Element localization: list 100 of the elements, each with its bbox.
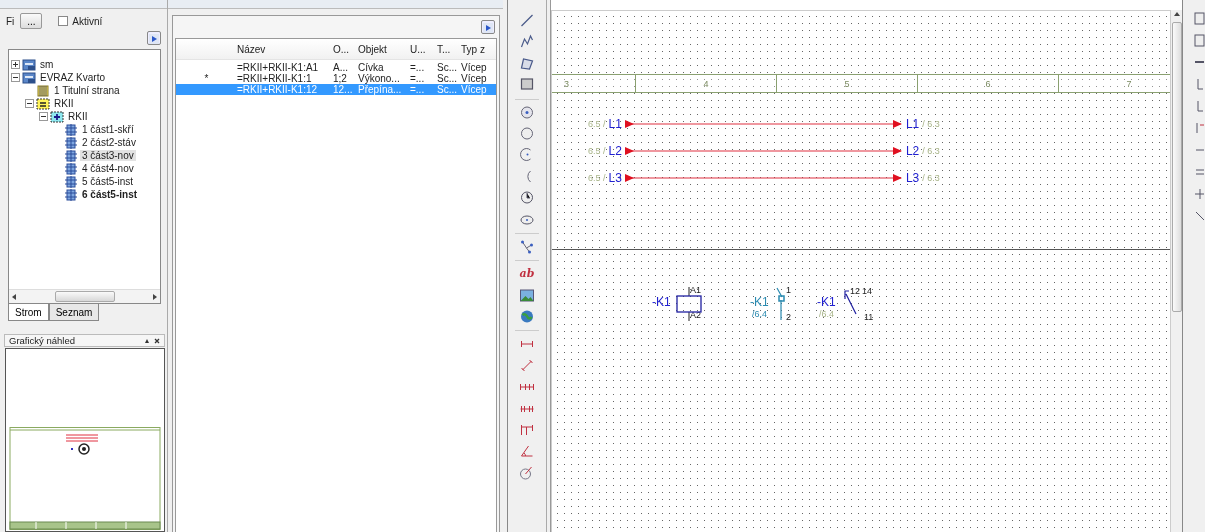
connection-arrow[interactable] [624, 119, 903, 129]
column-header[interactable]: Objekt [355, 43, 407, 55]
play-button[interactable] [481, 20, 495, 34]
circle-icon[interactable] [518, 124, 536, 142]
cross-reference: 6.5 / [588, 173, 606, 183]
scroll-up-icon [1172, 10, 1181, 18]
tree-item[interactable]: 1 Titulní strana [52, 85, 122, 96]
table-cell-text: Sc... [436, 84, 458, 95]
expand-icon[interactable] [11, 60, 20, 69]
column-header[interactable]: O... [330, 43, 355, 55]
tree-item[interactable]: 3 část3-nov [80, 150, 136, 161]
panel-tab[interactable]: Seznam [48, 304, 100, 321]
panel-tab[interactable]: Strom [8, 304, 49, 321]
table-cell-text: Vícep [460, 73, 488, 84]
tool-icon[interactable] [1194, 188, 1205, 201]
close-icon[interactable] [154, 337, 160, 344]
filter-button[interactable]: ... [20, 13, 43, 29]
table-row[interactable]: * =RKII+RKII-K1:1 1;2 Výkono... =... Sc... Vícep [176, 73, 496, 84]
signal-label: L1 [905, 117, 920, 131]
table-cell-text: Sc... [436, 73, 458, 84]
tree-item[interactable]: EVRAZ Kvarto [38, 72, 108, 83]
tree-item[interactable]: 1 část1-skří [80, 124, 136, 135]
sheet-icon [64, 135, 78, 150]
table-cell-text: Přepína... [357, 84, 403, 95]
cross-reference: 6.5 / [588, 119, 606, 129]
tree-item[interactable]: sm [38, 59, 56, 70]
tree-item[interactable]: 5 část5-inst [80, 176, 136, 187]
pin-number: A2 [690, 310, 701, 320]
vertical-scrollbar[interactable] [1170, 10, 1182, 532]
tree-item[interactable]: RKII [66, 111, 90, 122]
line-icon[interactable] [518, 12, 536, 29]
pin-number: 2 [786, 312, 791, 322]
column-number: 4 [636, 75, 777, 92]
cross-reference: 6.5 / [588, 146, 606, 156]
cross-reference: /6.4 [819, 309, 834, 319]
signal-label: L2 [608, 144, 622, 158]
row-marker: * [203, 73, 210, 84]
connection-arrow[interactable] [624, 173, 903, 183]
tree-item[interactable]: 4 část4-nov [80, 163, 136, 174]
tree-item[interactable]: 2 část2-stáv [80, 137, 138, 148]
table-cell-text: =RKII+RKII-K1:A1 [236, 62, 320, 73]
horizontal-scrollbar[interactable] [9, 289, 160, 303]
pin-number: 1 [786, 285, 791, 295]
table-cell-text: A... [332, 62, 349, 73]
sheet-icon [64, 187, 78, 202]
cross-reference: /6.4 [752, 309, 767, 319]
image-icon[interactable] [518, 286, 536, 304]
table-cell-text: 12... [332, 84, 354, 95]
column-header[interactable]: T... [434, 43, 458, 55]
filter-label: Fi [6, 15, 15, 27]
collapse-icon[interactable] [39, 112, 48, 121]
cross-reference: / 6.3 [922, 173, 940, 183]
table-row[interactable]: =RKII+RKII-K1:A1 A... Cívka =... Sc... Vícep [176, 62, 496, 73]
tool-icon[interactable] [1194, 34, 1205, 47]
column-number: 6 [918, 75, 1059, 92]
cross-reference: / 6.3 [922, 119, 940, 129]
project-icon [22, 70, 36, 85]
table-cell-text: Cívka [357, 62, 385, 73]
checkbox-label: Aktivní [72, 15, 103, 27]
sheet-icon [64, 174, 78, 189]
column-header[interactable]: Název [234, 43, 330, 55]
location-icon [50, 109, 64, 124]
scroll-left-icon [11, 292, 17, 301]
circle-icon[interactable] [518, 103, 536, 121]
text-tool-button[interactable]: ab [518, 265, 536, 283]
play-button[interactable] [147, 31, 161, 45]
signal-label: L3 [608, 171, 622, 185]
collapse-icon[interactable] [25, 99, 34, 108]
table-cell-text: =RKII+RKII-K1:1 [236, 73, 313, 84]
tree-item[interactable]: RKII [52, 98, 76, 109]
table-cell-text: Sc... [436, 62, 458, 73]
play-icon [149, 34, 159, 44]
signal-label: L3 [905, 171, 920, 185]
schematic-canvas[interactable]: 3 4 5 6 7 6.5 / L1 L1 / 6.3 6.5 / L2 L2 / 6.3 6.5 / L3 L3 / 6.3 -K1 A1 A2 -K1 /6.4 1 2 -K1 /6.4 12 14 11 [551, 10, 1170, 532]
pin-number: 14 [862, 286, 872, 296]
clock-icon[interactable] [518, 189, 536, 207]
function-icon [36, 96, 50, 111]
cross-reference: / 6.3 [922, 146, 940, 156]
connection-arrow[interactable] [624, 146, 903, 156]
pin-icon[interactable] [144, 337, 150, 344]
column-header[interactable]: Typ z [458, 43, 492, 55]
sheet-icon [64, 161, 78, 176]
coil-symbol[interactable] [676, 287, 702, 321]
tool-icon[interactable] [1194, 210, 1205, 223]
table-cell-text: Vícep [460, 62, 488, 73]
tool-icon[interactable] [1194, 12, 1205, 25]
preview-title: Grafický náhled [9, 335, 75, 346]
column-header[interactable]: U... [407, 43, 434, 55]
pin-number: A1 [690, 285, 701, 295]
device-label: -K1 [750, 295, 769, 309]
device-label: -K1 [817, 295, 836, 309]
pin-number: 12 [850, 286, 860, 296]
collapse-icon[interactable] [11, 73, 20, 82]
tree-item[interactable]: 6 část5-inst [80, 189, 140, 200]
project-icon [22, 57, 36, 72]
column-number: 5 [777, 75, 918, 92]
play-icon [483, 23, 493, 33]
contact-symbol[interactable] [774, 286, 788, 322]
active-checkbox[interactable] [58, 16, 69, 26]
signal-label: L1 [608, 117, 622, 131]
